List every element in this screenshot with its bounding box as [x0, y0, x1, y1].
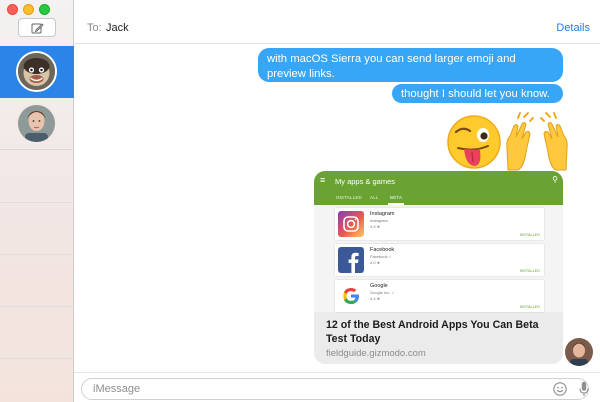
to-label: To:: [87, 22, 102, 34]
app-status: INSTALLED: [519, 233, 540, 237]
app-developer: Google Inc. ✓: [370, 290, 395, 295]
tab-all: ALL: [370, 195, 379, 200]
recipient-name[interactable]: Jack: [106, 22, 129, 34]
link-preview-card[interactable]: ≡ My apps & games ⚲ INSTALLED ALL BETA I…: [314, 171, 563, 364]
large-emoji-message[interactable]: [444, 112, 568, 172]
sidebar-divider: [0, 202, 74, 203]
search-icon: ⚲: [552, 175, 558, 184]
compose-button[interactable]: [18, 18, 56, 37]
app-rating: 4.4 ★: [370, 296, 381, 301]
composer-bar: [74, 372, 600, 402]
tab-indicator: [388, 203, 404, 205]
monkey-avatar: [16, 51, 57, 92]
conversation-item-person[interactable]: [0, 98, 74, 150]
menu-icon: ≡: [320, 175, 326, 185]
link-preview-url: fieldguide.gizmodo.com: [326, 348, 426, 359]
tab-beta: BETA: [390, 195, 403, 200]
sidebar-divider: [0, 254, 74, 255]
conversation-item-monkey[interactable]: [0, 46, 74, 98]
android-tabs: INSTALLED ALL BETA: [314, 191, 563, 205]
compose-icon: [31, 22, 44, 33]
conversation-header: To: Jack Details: [74, 0, 600, 44]
zoom-window-button[interactable]: [39, 4, 50, 15]
app-rating: 4.0 ★: [370, 260, 381, 265]
sidebar: [0, 0, 74, 402]
app-rating: 4.5 ★: [370, 224, 381, 229]
microphone-icon[interactable]: [579, 381, 589, 397]
android-app-bar: ≡ My apps & games ⚲: [314, 171, 563, 191]
sent-message-bubble[interactable]: thought I should let you know.: [392, 84, 563, 103]
app-name: Facebook: [370, 247, 395, 253]
messages-window: To: Jack Details with macOS Sierra you c…: [0, 0, 600, 402]
close-window-button[interactable]: [7, 4, 18, 15]
preview-image: ≡ My apps & games ⚲ INSTALLED ALL BETA I…: [314, 171, 563, 312]
sidebar-divider: [0, 358, 74, 359]
emoji-picker-icon[interactable]: [553, 382, 567, 396]
raising-hands-emoji: [506, 112, 568, 171]
sidebar-divider: [0, 306, 74, 307]
app-card: Google Google Inc. ✓ 4.4 ★ INSTALLED: [335, 280, 544, 312]
minimize-window-button[interactable]: [23, 4, 34, 15]
sent-message-bubble[interactable]: with macOS Sierra you can send larger em…: [258, 48, 563, 82]
app-bar-title: My apps & games: [335, 177, 396, 186]
imessage-input[interactable]: [81, 378, 589, 400]
person-avatar: [16, 103, 57, 144]
app-developer: Facebook ✓: [370, 254, 393, 259]
google-icon: [338, 283, 364, 309]
instagram-icon: [338, 211, 364, 237]
winking-face-tongue-emoji: [447, 115, 501, 169]
app-name: Google: [370, 283, 388, 289]
details-link[interactable]: Details: [556, 22, 590, 34]
app-card: Instagram Instagram 4.5 ★ INSTALLED: [335, 208, 544, 240]
link-preview-title: 12 of the Best Android Apps You Can Beta…: [326, 319, 539, 345]
app-card: Facebook Facebook ✓ 4.0 ★ INSTALLED: [335, 244, 544, 276]
app-status: INSTALLED: [519, 305, 540, 309]
tab-installed: INSTALLED: [336, 195, 362, 200]
conversation-pane: To: Jack Details with macOS Sierra you c…: [74, 0, 600, 402]
app-status: INSTALLED: [519, 269, 540, 273]
facebook-icon: [338, 247, 364, 273]
app-developer: Instagram: [370, 218, 388, 223]
app-name: Instagram: [370, 211, 395, 217]
sender-avatar: [565, 338, 593, 366]
